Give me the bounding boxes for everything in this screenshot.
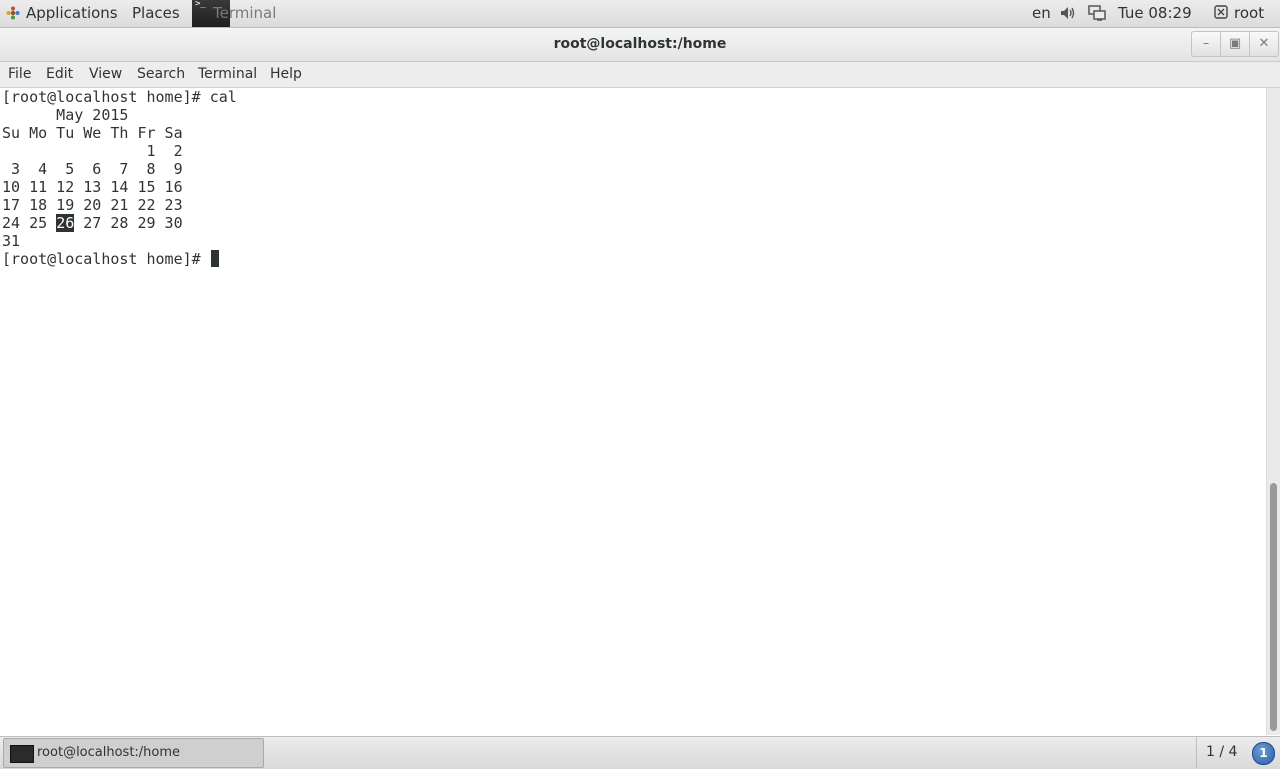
- terminal-line: 3 4 5 6 7 8 9: [2, 160, 183, 178]
- terminal-line: 10 11 12 13 14 15 16: [2, 178, 183, 196]
- places-menu[interactable]: Places: [132, 0, 180, 27]
- clock[interactable]: Tue 08:29: [1118, 0, 1192, 27]
- terminal-text: 27 28 29 30: [74, 214, 183, 232]
- terminal-line: 1 2: [2, 142, 183, 160]
- terminal-line: May 2015: [2, 106, 129, 124]
- menu-bar: File Edit View Search Terminal Help: [0, 62, 1280, 88]
- taskbar-window-button[interactable]: root@localhost:/home: [3, 738, 264, 768]
- apps-icon: [6, 6, 20, 20]
- terminal-line: Su Mo Tu We Th Fr Sa: [2, 124, 183, 142]
- maximize-button[interactable]: ▣: [1220, 31, 1250, 57]
- menu-search[interactable]: Search: [137, 62, 185, 87]
- user-icon: [1214, 5, 1228, 19]
- terminal-text: 24 25: [2, 214, 57, 232]
- terminal-line: 31: [2, 232, 21, 250]
- menu-edit[interactable]: Edit: [46, 62, 73, 87]
- menu-view[interactable]: View: [89, 62, 122, 87]
- volume-icon[interactable]: [1060, 0, 1078, 27]
- window-title: root@localhost:/home: [553, 36, 727, 52]
- menu-file[interactable]: File: [8, 62, 31, 87]
- terminal-line: 24 25 26 27 28 29 30: [2, 214, 183, 232]
- scrollbar-thumb[interactable]: [1270, 483, 1277, 731]
- window-title-bar[interactable]: root@localhost:/home – ▣ ✕: [0, 28, 1280, 62]
- current-day-highlight: 26: [56, 214, 75, 232]
- terminal-icon: [10, 745, 34, 763]
- close-button[interactable]: ✕: [1249, 31, 1279, 57]
- workspace-indicator[interactable]: 1 / 4: [1196, 737, 1252, 768]
- user-menu[interactable]: root: [1214, 0, 1264, 27]
- terminal-prompt-line: [root@localhost home]#: [2, 250, 219, 268]
- applications-label: Applications: [26, 4, 118, 22]
- minimize-button[interactable]: –: [1191, 31, 1221, 57]
- terminal-line: 17 18 19 20 21 22 23: [2, 196, 183, 214]
- applications-menu[interactable]: Applications: [6, 0, 118, 27]
- top-panel: Applications Places >_ Terminal en Tue 0…: [0, 0, 1280, 28]
- notification-badge[interactable]: 1: [1252, 742, 1275, 765]
- menu-terminal[interactable]: Terminal: [198, 62, 257, 87]
- menu-help[interactable]: Help: [270, 62, 302, 87]
- bottom-panel: root@localhost:/home 1 / 4 1: [0, 736, 1280, 769]
- user-label: root: [1234, 4, 1265, 22]
- terminal-cursor: [210, 250, 219, 267]
- terminal-prompt: [root@localhost home]#: [2, 250, 210, 268]
- language-indicator[interactable]: en: [1032, 0, 1051, 27]
- task-terminal-label: Terminal: [213, 4, 277, 22]
- taskbar-window-label: root@localhost:/home: [37, 745, 181, 760]
- scrollbar[interactable]: [1266, 88, 1280, 735]
- network-icon[interactable]: [1088, 0, 1108, 27]
- terminal-line: [root@localhost home]# cal: [2, 88, 237, 106]
- terminal-output[interactable]: [root@localhost home]# cal May 2015 Su M…: [0, 88, 1266, 735]
